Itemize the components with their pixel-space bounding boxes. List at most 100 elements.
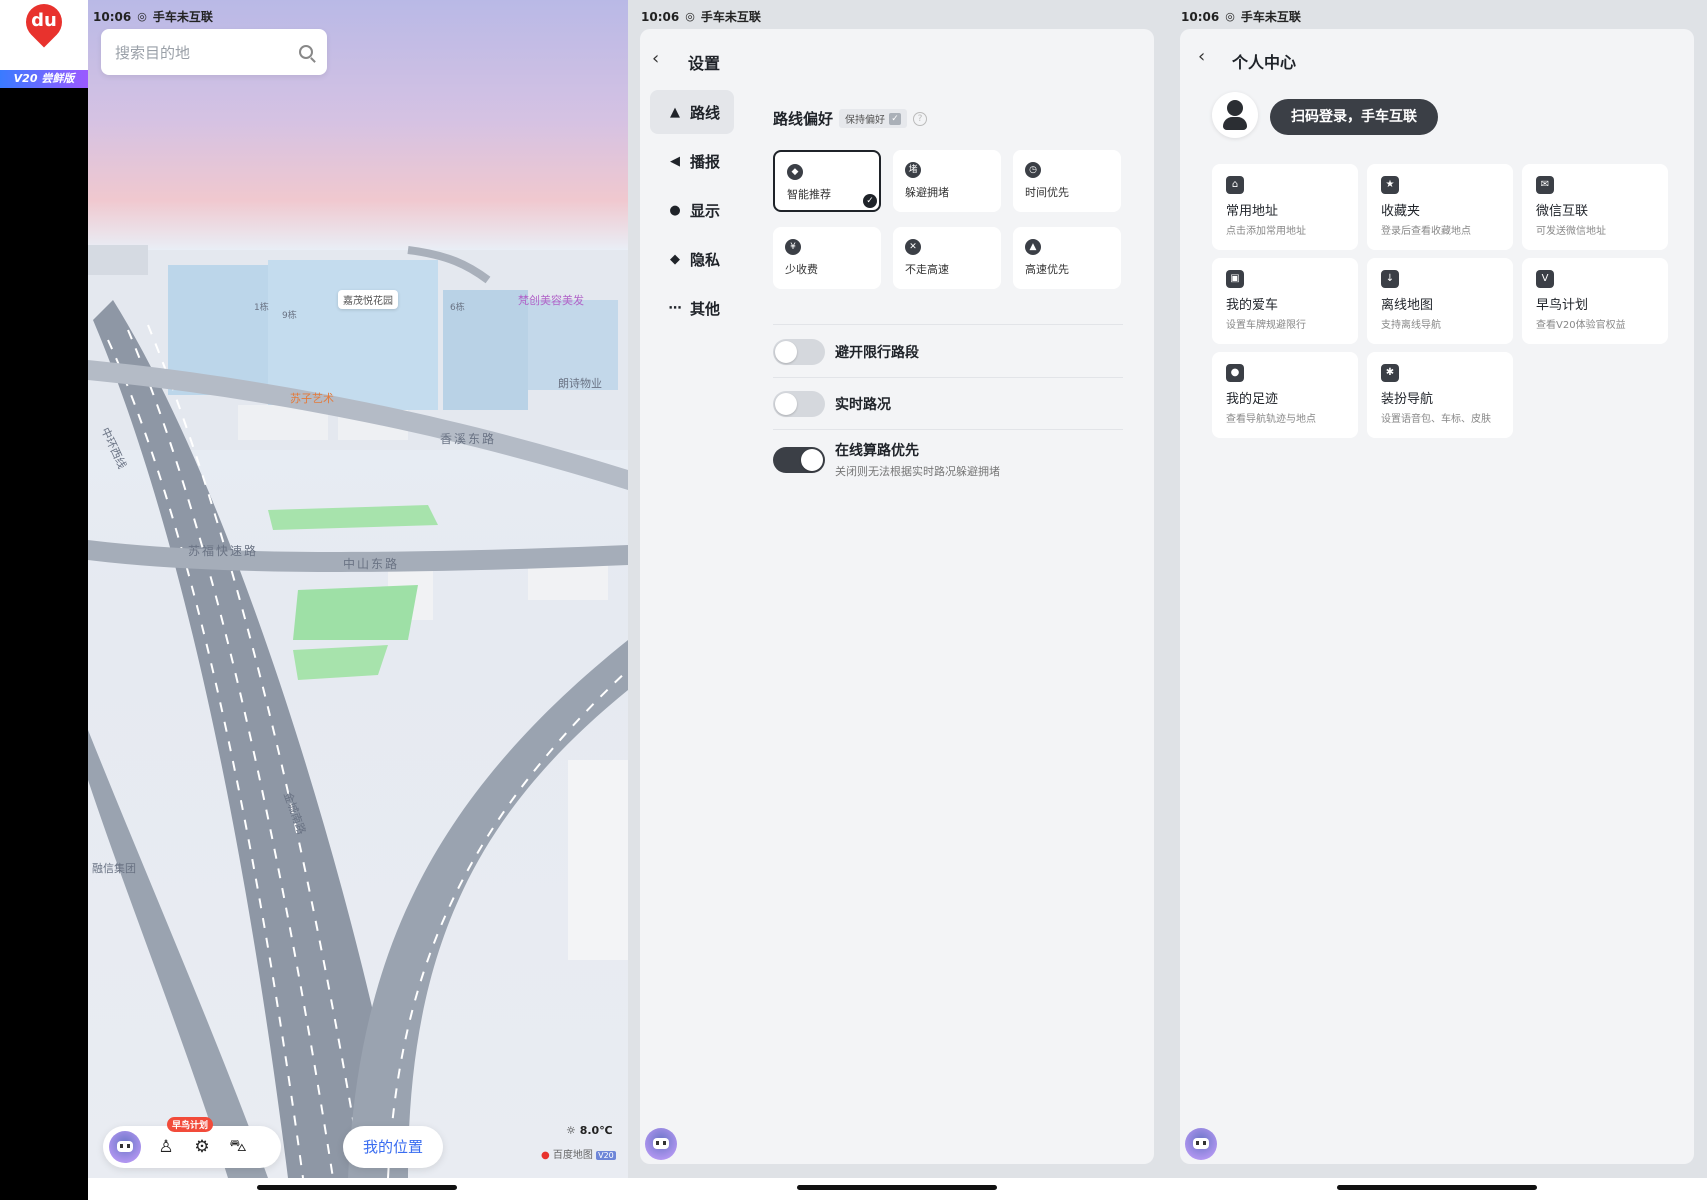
status-connection: 手车未互联 [152,10,213,24]
settings-gear-icon[interactable]: ⚙ [191,1137,213,1157]
clock-icon: ◷ [1025,162,1041,178]
card-dress-up[interactable]: ✱ 装扮导航 设置语音包、车标、皮肤 [1367,352,1513,438]
user-icon[interactable]: ♙ [155,1137,177,1157]
poi-group[interactable]: 融信集团 [92,860,136,876]
scan-login-button[interactable]: 扫码登录，手车互联 [1270,99,1438,135]
assistant-robot-icon[interactable] [109,1131,141,1163]
pref-no-highway[interactable]: ✕ 不走高速 [893,227,1001,289]
home-pin-icon: ⌂ [1226,176,1244,194]
sidebar-item-broadcast[interactable]: ◀ 播报 [650,139,734,183]
yuan-icon: ¥ [785,239,801,255]
brand-version: V20 [596,1151,616,1160]
download-map-icon: ↓ [1381,270,1399,288]
pref-label: 时间优先 [1025,186,1069,199]
logo-version: V20 尝鲜版 [0,70,88,88]
poi-community[interactable]: 嘉茂悦花园 [338,290,398,309]
search-icon[interactable] [299,45,313,59]
assistant-robot-icon[interactable] [1185,1128,1217,1160]
map-canvas[interactable] [88,0,628,1178]
card-title: 收藏夹 [1381,204,1421,219]
speaker-icon: ◀ [670,153,680,169]
sidebar-item-display[interactable]: ● 显示 [650,188,734,232]
toggle-row-online-route[interactable]: 在线算路优先 关闭则无法根据实时路况躲避拥堵 [773,440,1000,479]
footprint-icon: ● [1226,364,1244,382]
checkbox-check-icon: ✓ [889,112,902,125]
home-indicator[interactable] [797,1185,997,1190]
card-title: 我的足迹 [1226,392,1279,407]
toggle-label: 在线算路优先 [835,443,919,459]
card-subtitle: 查看V20体验官权益 [1536,320,1626,331]
home-indicator[interactable] [257,1185,457,1190]
pref-less-toll[interactable]: ¥ 少收费 [773,227,881,289]
card-wechat[interactable]: ✉ 微信互联 可发送微信地址 [1522,164,1668,250]
more-icon: ⋯ [668,300,682,316]
poi-beauty[interactable]: 梵创美容美发 [518,292,584,308]
realtime-traffic-toggle[interactable] [773,391,825,417]
poi-art[interactable]: 苏子艺术 [290,390,334,406]
card-early-bird[interactable]: V 早鸟计划 查看V20体验官权益 [1522,258,1668,344]
pref-label: 高速优先 [1025,263,1069,276]
v-badge-icon: V [1536,270,1554,288]
pref-smart[interactable]: ◆ 智能推荐 ✓ [773,150,881,212]
back-chevron-icon[interactable]: ‹ [1198,46,1205,67]
map-brand: ● 百度地图 V20 [541,1146,616,1161]
avoid-restrict-toggle[interactable] [773,339,825,365]
card-favorites[interactable]: ★ 收藏夹 登录后查看收藏地点 [1367,164,1513,250]
sidebar-item-label: 其他 [690,299,721,318]
pref-label: 躲避拥堵 [905,186,949,199]
poi-property[interactable]: 朗诗物业 [558,375,602,391]
car-icon[interactable]: ⛍ [227,1136,249,1158]
road-label: 中山东路 [343,557,400,571]
card-title: 离线地图 [1381,298,1434,313]
park [293,585,418,640]
status-time: 10:06 [1181,9,1220,24]
status-connection: 手车未互联 [700,10,761,24]
card-common-address[interactable]: ⌂ 常用地址 点击添加常用地址 [1212,164,1358,250]
search-input[interactable]: 搜索目的地 [101,29,327,75]
sidebar-item-label: 显示 [690,201,721,220]
avoid-jam-icon: 堵 [905,162,921,178]
keep-pref-checkbox[interactable]: 保持偏好 ✓ [839,109,908,128]
my-location-button[interactable]: 我的位置 [343,1126,443,1168]
card-footprints[interactable]: ● 我的足迹 查看导航轨迹与地点 [1212,352,1358,438]
route-pref-title: 路线偏好 保持偏好 ✓ ? [773,108,928,129]
sidebar-item-label: 隐私 [690,250,721,269]
status-bar: 10:06 ◎ 手车未互联 [1181,8,1301,25]
park [293,645,388,680]
selected-check-icon: ✓ [863,194,877,208]
toggle-row-avoid-restrict[interactable]: 避开限行路段 [773,339,919,365]
card-title: 装扮导航 [1381,392,1434,407]
avatar[interactable] [1212,92,1258,138]
building [88,245,148,275]
sidebar-item-label: 路线 [690,103,721,122]
pref-time-first[interactable]: ◷ 时间优先 [1013,150,1121,212]
map-panel[interactable]: 10:06 ◎ 手车未互联 搜索目的地 嘉茂悦花园 1栋 9栋 6栋 梵创美容美… [88,0,628,1178]
toggle-label: 避开限行路段 [835,345,919,361]
sparkle-icon: ✱ [1381,364,1399,382]
status-bar: 10:06 ◎ 手车未互联 [641,8,761,25]
building-label: 9栋 [282,311,297,321]
brand-pin-icon: ● [541,1150,550,1161]
pref-label: 智能推荐 [787,188,831,201]
pref-highway-first[interactable]: ▲ 高速优先 [1013,227,1121,289]
card-subtitle: 点击添加常用地址 [1226,226,1306,237]
wechat-icon: ✉ [1536,176,1554,194]
online-route-toggle[interactable] [773,446,825,473]
assistant-robot-icon[interactable] [645,1128,677,1160]
sidebar-item-route[interactable]: ▲ 路线 [650,90,734,134]
card-my-car[interactable]: ▣ 我的爱车 设置车牌规避限行 [1212,258,1358,344]
toggle-row-realtime[interactable]: 实时路况 [773,391,891,417]
divider [773,377,1123,378]
help-icon[interactable]: ? [913,111,928,126]
sun-icon: ☼ [566,1124,576,1137]
car-link-icon: ◎ [137,10,147,23]
sidebar-item-privacy[interactable]: ◆ 隐私 [650,237,734,281]
back-chevron-icon[interactable]: ‹ [652,48,659,69]
status-bar: 10:06 ◎ 手车未互联 [93,8,213,25]
car-link-icon: ◎ [1225,10,1235,23]
location-pin-icon: ● [669,202,681,218]
sidebar-item-other[interactable]: ⋯ 其他 [650,286,734,330]
home-indicator[interactable] [1337,1185,1537,1190]
pref-avoid-jam[interactable]: 堵 躲避拥堵 [893,150,1001,212]
card-offline-map[interactable]: ↓ 离线地图 支持离线导航 [1367,258,1513,344]
